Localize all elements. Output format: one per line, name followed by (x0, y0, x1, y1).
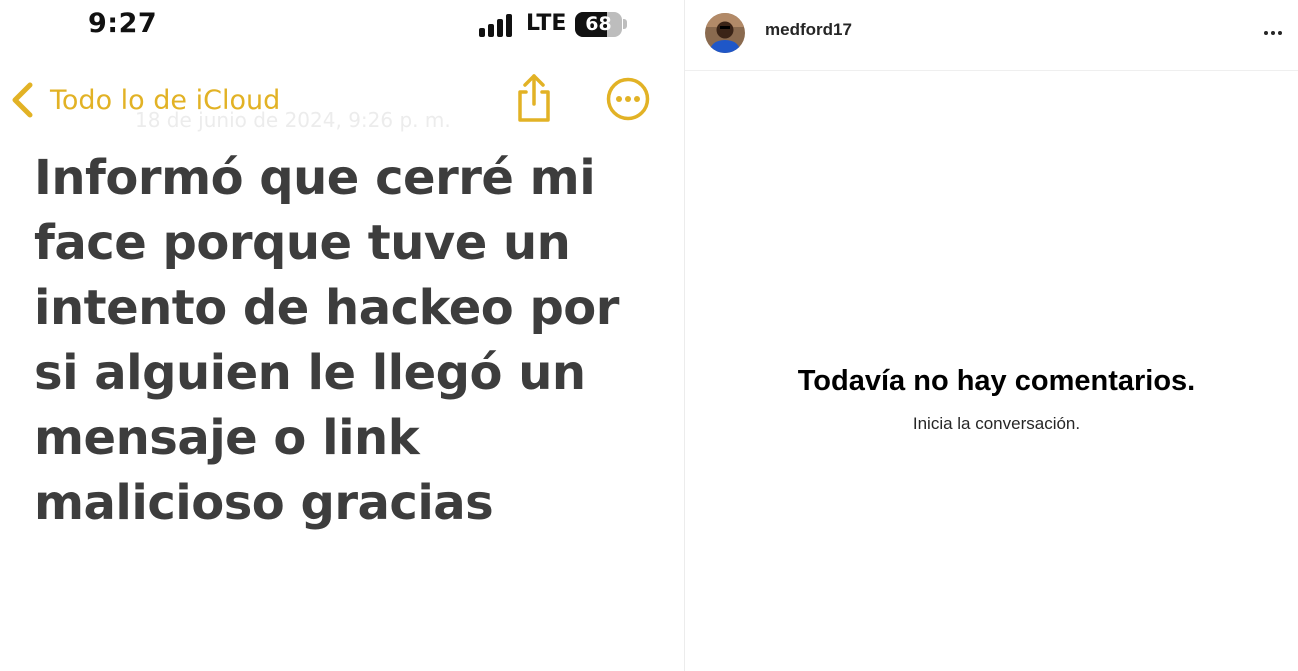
username[interactable]: medford17 (765, 20, 852, 40)
status-bar: 9:27 LTE 68 (0, 0, 684, 50)
post-header: medford17 (685, 0, 1298, 71)
signal-strength-icon (479, 13, 515, 37)
share-icon (518, 74, 550, 122)
battery-level: 68 (585, 13, 612, 35)
more-circle-icon (606, 77, 650, 121)
network-type: LTE (526, 11, 567, 36)
status-time: 9:27 (88, 8, 158, 39)
share-button[interactable] (512, 72, 556, 124)
more-horizontal-icon[interactable] (1258, 22, 1288, 44)
no-comments-title: Todavía no hay comentarios. (797, 365, 1196, 397)
profile-picture (705, 13, 745, 53)
chevron-left-icon (12, 82, 33, 118)
post-image: 9:27 LTE 68 Todo lo de iCloud 18 de juni… (0, 0, 684, 671)
note-date: 18 de junio de 2024, 9:26 p. m. (135, 108, 451, 132)
more-button[interactable] (605, 76, 651, 122)
comments-panel: medford17 Todavía no hay comentarios. In… (685, 0, 1298, 671)
avatar[interactable] (705, 13, 745, 53)
battery-icon: 68 (575, 12, 622, 37)
note-body: Informó que cerré mi face porque tuve un… (34, 150, 619, 531)
no-comments-subtitle: Inicia la conversación. (912, 414, 1081, 433)
battery-cap (623, 19, 627, 29)
